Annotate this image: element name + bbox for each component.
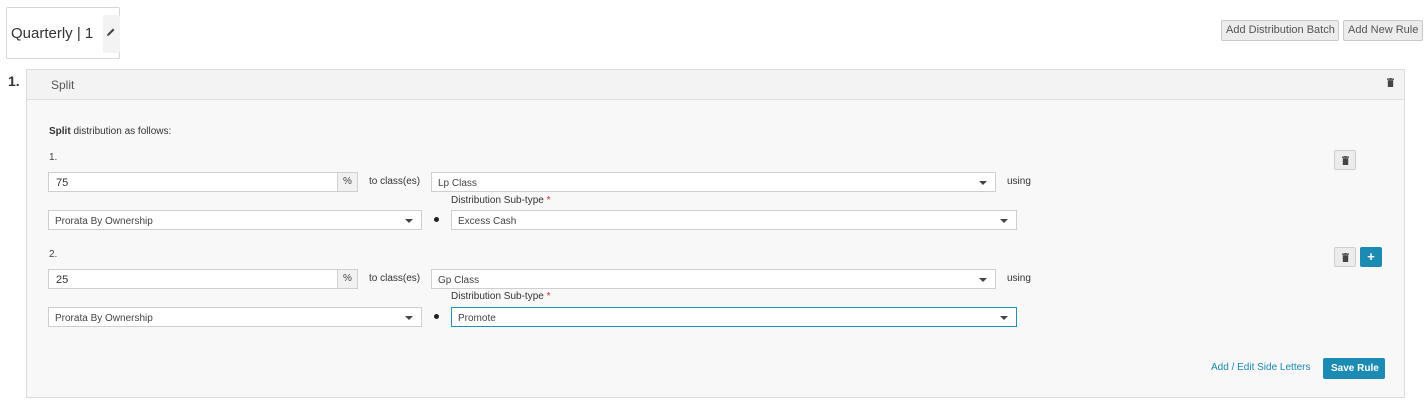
- delete-split-row-button[interactable]: [1334, 150, 1356, 170]
- bullet-dot: [434, 217, 439, 222]
- edit-title-button[interactable]: [103, 15, 120, 53]
- distribution-subtype-value: Excess Cash: [458, 216, 517, 227]
- percent-input[interactable]: 25 %: [48, 269, 358, 289]
- add-edit-side-letters-link[interactable]: Add / Edit Side Letters: [1211, 362, 1311, 373]
- split-row-number: 1.: [49, 152, 58, 163]
- subtype-label-text: Distribution Sub-type: [451, 291, 544, 302]
- percent-value: 25: [56, 274, 69, 286]
- allocation-method-value: Prorata By Ownership: [55, 216, 153, 227]
- intro-rest: distribution as follows:: [70, 126, 172, 137]
- plus-icon: +: [1367, 249, 1375, 264]
- distribution-subtype-value: Promote: [458, 313, 496, 324]
- chevron-down-icon: [979, 278, 987, 282]
- percent-value: 75: [56, 177, 69, 189]
- bullet-dot: [434, 314, 439, 319]
- trash-icon: [1342, 253, 1349, 262]
- to-classes-label: to class(es): [369, 176, 421, 187]
- chevron-down-icon: [405, 219, 413, 223]
- rule-panel: Split Split distribution as follows: 1. …: [26, 69, 1405, 398]
- distribution-subtype-select[interactable]: Excess Cash: [451, 210, 1017, 230]
- percent-unit: %: [337, 270, 357, 288]
- add-distribution-batch-button[interactable]: Add Distribution Batch: [1221, 20, 1339, 41]
- delete-rule-button[interactable]: [1387, 78, 1394, 90]
- using-label: using: [1007, 176, 1031, 187]
- split-row-number: 2.: [49, 249, 58, 260]
- allocation-method-value: Prorata By Ownership: [55, 313, 153, 324]
- using-label: using: [1007, 273, 1031, 284]
- split-intro-text: Split distribution as follows:: [49, 126, 171, 137]
- distribution-subtype-select[interactable]: Promote: [451, 307, 1017, 327]
- rule-number: 1.: [8, 73, 20, 89]
- chevron-down-icon: [405, 316, 413, 320]
- allocation-method-select[interactable]: Prorata By Ownership: [48, 210, 422, 230]
- to-classes-label: to class(es): [369, 273, 421, 284]
- save-rule-button[interactable]: Save Rule: [1323, 358, 1385, 379]
- trash-icon: [1342, 156, 1349, 165]
- delete-split-row-button[interactable]: [1334, 247, 1356, 267]
- trash-icon: [1387, 78, 1394, 87]
- class-select[interactable]: Gp Class: [431, 269, 996, 289]
- chevron-down-icon: [979, 181, 987, 185]
- chevron-down-icon: [1000, 316, 1008, 320]
- required-mark: *: [546, 291, 551, 302]
- add-split-row-button[interactable]: +: [1360, 247, 1382, 267]
- batch-title: Quarterly | 1: [11, 25, 94, 42]
- percent-input[interactable]: 75 %: [48, 172, 358, 192]
- distribution-subtype-label: Distribution Sub-type *: [451, 195, 551, 206]
- percent-unit: %: [337, 173, 357, 191]
- rule-type-title: Split: [51, 78, 75, 92]
- rule-panel-header: Split: [27, 70, 1404, 100]
- subtype-label-text: Distribution Sub-type: [451, 195, 544, 206]
- class-select[interactable]: Lp Class: [431, 172, 996, 192]
- add-new-rule-button[interactable]: Add New Rule: [1343, 20, 1423, 41]
- class-select-value: Gp Class: [438, 275, 480, 286]
- allocation-method-select[interactable]: Prorata By Ownership: [48, 307, 422, 327]
- batch-title-box: Quarterly | 1: [6, 7, 120, 59]
- required-mark: *: [546, 195, 551, 206]
- chevron-down-icon: [1000, 219, 1008, 223]
- distribution-subtype-label: Distribution Sub-type *: [451, 291, 551, 302]
- class-select-value: Lp Class: [438, 178, 477, 189]
- pencil-icon: [107, 28, 115, 36]
- intro-bold: Split: [49, 126, 71, 137]
